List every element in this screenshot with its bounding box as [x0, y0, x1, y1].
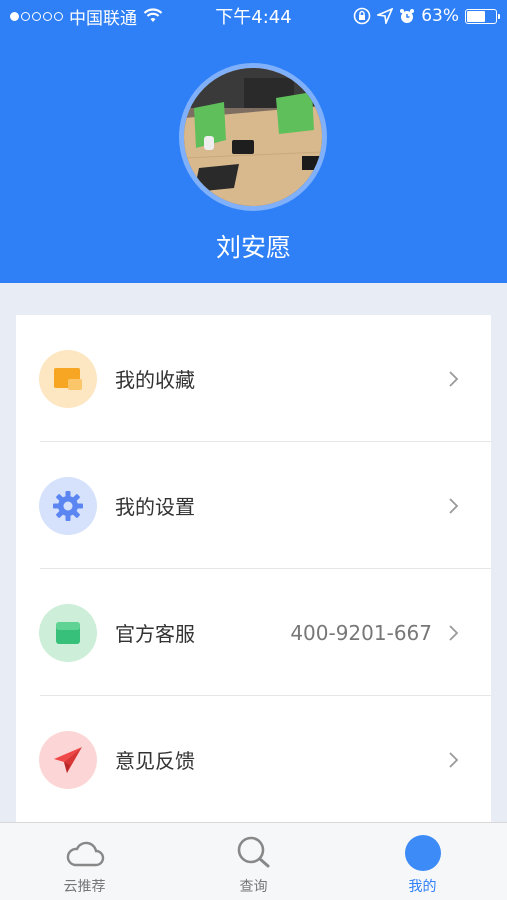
cloud-icon: [65, 833, 105, 873]
chevron-right-icon: [449, 370, 459, 387]
location-icon: [377, 8, 394, 24]
tab-label: 云推荐: [63, 879, 106, 895]
menu-card: 我的收藏 我的设置 官方客服 400-9201-667 意见反馈: [16, 315, 491, 825]
tab-label: 我的: [408, 879, 437, 895]
status-time: 下午4:44: [215, 7, 292, 28]
menu-item-settings[interactable]: 我的设置: [16, 442, 491, 569]
folder-icon: [39, 349, 97, 408]
tab-recommend[interactable]: 云推荐: [0, 823, 169, 900]
signal-strength-icon: [10, 11, 63, 21]
avatar[interactable]: [179, 63, 327, 211]
profile-icon: [403, 833, 443, 873]
wifi-icon: [143, 8, 163, 22]
alarm-icon: [400, 9, 415, 23]
battery-level: [467, 10, 485, 22]
user-name: 刘安愿: [215, 233, 291, 262]
status-right: 63%: [353, 6, 500, 26]
menu-item-customer-service[interactable]: 官方客服 400-9201-667: [16, 569, 491, 696]
profile-header: 刘安愿: [0, 32, 507, 283]
avatar-photo: [184, 68, 322, 206]
paper-plane-icon: [39, 730, 97, 789]
gear-icon: [39, 476, 97, 535]
battery-percent: 63%: [421, 6, 459, 26]
tab-mine[interactable]: 我的: [338, 823, 507, 900]
menu-item-label: 我的设置: [115, 495, 195, 519]
status-bar: 中国联通 下午4:44 63%: [0, 0, 507, 32]
tab-label: 查询: [239, 879, 268, 895]
menu-item-label: 官方客服: [115, 622, 195, 646]
status-left: 中国联通: [10, 4, 163, 29]
orientation-lock-icon: [353, 7, 371, 25]
menu-item-feedback[interactable]: 意见反馈: [16, 696, 491, 823]
chevron-right-icon: [449, 497, 459, 514]
menu-item-label: 意见反馈: [115, 749, 195, 773]
service-phone-number[interactable]: 400-9201-667: [290, 621, 432, 645]
service-icon: [39, 603, 97, 662]
chevron-right-icon: [449, 751, 459, 768]
battery-icon: [465, 8, 500, 24]
menu-item-favorites[interactable]: 我的收藏: [16, 315, 491, 442]
carrier-name: 中国联通: [69, 8, 137, 29]
chevron-right-icon: [449, 624, 459, 641]
search-icon: [234, 833, 274, 873]
tab-search[interactable]: 查询: [169, 823, 338, 900]
menu-item-label: 我的收藏: [115, 368, 195, 392]
tab-bar: 云推荐 查询 我的: [0, 822, 507, 900]
